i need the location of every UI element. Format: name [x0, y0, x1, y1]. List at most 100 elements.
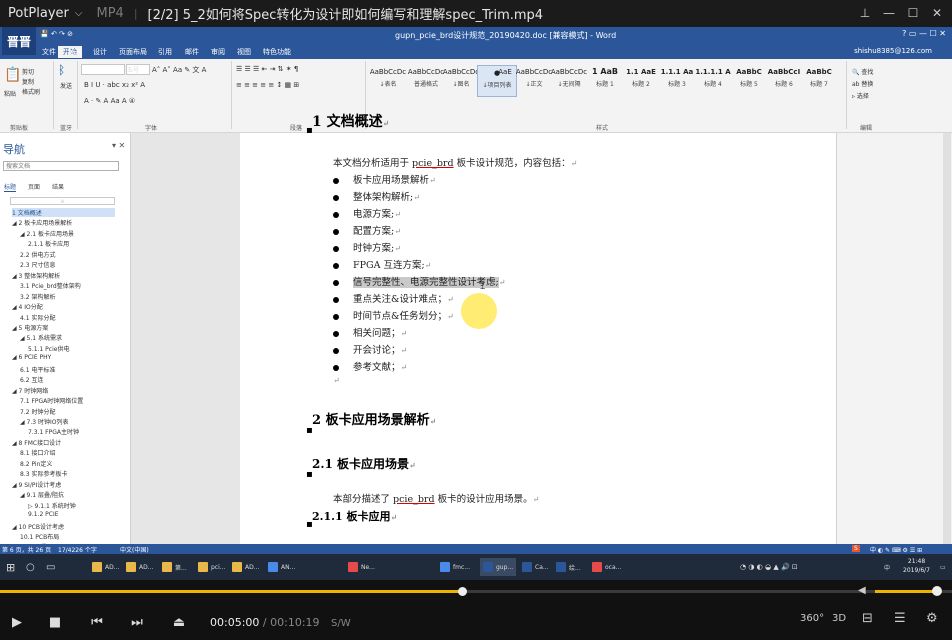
- nav-item[interactable]: ◢ 3 整体架构解析: [12, 271, 60, 280]
- seek-bar[interactable]: [0, 585, 952, 597]
- clipboard-icon[interactable]: 📋: [4, 67, 21, 83]
- nav-item[interactable]: ◢ 4 IO分配: [12, 302, 43, 311]
- nav-item[interactable]: 8.2 Pin定义: [20, 459, 52, 468]
- windows-start-icon[interactable]: ⊞: [6, 558, 15, 576]
- bullet-item[interactable]: 开会讨论；↵: [333, 342, 407, 356]
- bullet-item[interactable]: 整体架构解析;↵: [333, 189, 420, 203]
- bullet-item[interactable]: 板卡应用场景解析↵: [333, 172, 436, 186]
- tab-featured[interactable]: 特色功能: [263, 47, 291, 57]
- vr-360-button[interactable]: 360°: [800, 613, 824, 624]
- task-view-icon[interactable]: ▭: [46, 558, 55, 576]
- taskbar-item[interactable]: AD...: [126, 558, 153, 576]
- vertical-scrollbar[interactable]: [943, 133, 951, 545]
- document-page[interactable]: [240, 133, 836, 545]
- bullet-item[interactable]: 相关问题；↵: [333, 325, 407, 339]
- volume-track[interactable]: [875, 590, 937, 593]
- tab-layout[interactable]: 页面布局: [119, 47, 147, 57]
- list-icons[interactable]: ☰ ☰ ☰ ⇤ ⇥ ⇅ ✶ ¶: [236, 65, 298, 73]
- stop-icon[interactable]: ■: [46, 613, 64, 631]
- heading-scene-analysis[interactable]: 2 板卡应用场景解析↵: [312, 409, 436, 428]
- style-heading-4[interactable]: 1.1.1.1 A 标题 4: [694, 65, 732, 95]
- nav-item[interactable]: ◢ 6 PCIE PHY: [12, 354, 51, 361]
- send-button[interactable]: 发送: [60, 81, 72, 90]
- nav-item[interactable]: 2.1.1 板卡应用: [28, 239, 69, 248]
- pin-icon[interactable]: ⊥: [856, 4, 874, 22]
- nav-item[interactable]: ◢ 5.1 系统需求: [20, 333, 62, 342]
- bullet-item[interactable]: 参考文献；↵: [333, 359, 407, 373]
- bluetooth-icon[interactable]: ᛒ: [58, 63, 65, 77]
- seek-thumb[interactable]: [457, 587, 467, 596]
- word-count[interactable]: 17/4226 个字: [58, 545, 97, 554]
- taskbar-item[interactable]: fmc...: [440, 558, 470, 576]
- taskbar-item[interactable]: 第...: [162, 558, 187, 576]
- font-color-icons[interactable]: A · ✎ A Aa A ④: [84, 97, 135, 105]
- nav-item[interactable]: ◢ 10 PCB设计考虑: [12, 522, 64, 531]
- heading-board-app[interactable]: 2.1.1 板卡应用↵: [312, 508, 397, 524]
- style-heading-6[interactable]: AaBbCcI 标题 6: [765, 65, 803, 95]
- scene-paragraph[interactable]: 本部分描述了 pcie_brd 板卡的设计应用场景。↵: [333, 491, 539, 505]
- replace-button[interactable]: ab 替换: [852, 79, 873, 88]
- taskbar-item[interactable]: Ca...: [522, 558, 549, 576]
- nav-item[interactable]: 7.1 FPGA时钟网络位置: [20, 396, 83, 405]
- font-name-field[interactable]: [81, 64, 125, 75]
- video-frame[interactable]: gupn_pcie_brd设计规范_20190420.doc [兼容模式] - …: [0, 27, 952, 580]
- font-grow-shrink-icons[interactable]: A˄ A˅ Aa ✎ 文 A: [152, 65, 206, 75]
- taskbar-item[interactable]: pci...: [198, 558, 226, 576]
- minimize-icon[interactable]: —: [880, 4, 898, 22]
- nav-item[interactable]: ◢ 8 FMC接口设计: [12, 438, 61, 447]
- style-body[interactable]: AaBbCcDc ↓正文: [515, 65, 553, 95]
- taskbar-item[interactable]: AD...: [232, 558, 259, 576]
- bullet-item[interactable]: 电源方案;↵: [333, 206, 401, 220]
- heading-scene[interactable]: 2.1 板卡应用场景↵: [312, 455, 416, 472]
- style-figure-name[interactable]: AaBbCcDc ↓图名: [442, 65, 480, 95]
- nav-item[interactable]: ◢ 2.1 板卡应用场景: [20, 229, 74, 238]
- format-painter-button[interactable]: 格式刷: [22, 87, 40, 96]
- notification-icon[interactable]: ▭: [940, 558, 946, 576]
- nav-search-input[interactable]: 搜索文档: [3, 161, 119, 171]
- bullet-item[interactable]: FPGA 互连方案;↵: [333, 257, 431, 271]
- tab-design[interactable]: 设计: [93, 47, 107, 57]
- style-heading-5[interactable]: AaBbC 标题 5: [730, 65, 768, 95]
- nav-item[interactable]: 1 文档概述: [12, 208, 115, 217]
- tab-file[interactable]: 文件: [42, 47, 56, 57]
- bullet-item[interactable]: 时间节点&任务划分；↵: [333, 308, 454, 322]
- style-table-name[interactable]: AaBbCcDc ↓表名: [369, 65, 407, 95]
- previous-icon[interactable]: ⏮: [88, 613, 106, 631]
- copy-button[interactable]: 复制: [22, 77, 34, 86]
- nav-item[interactable]: 10.1 PCB布局: [20, 532, 59, 541]
- eject-icon[interactable]: ⏏: [170, 613, 188, 631]
- tab-insert[interactable]: 插入: [68, 47, 82, 57]
- volume-thumb[interactable]: [932, 586, 942, 596]
- taskbar-item[interactable]: AD...: [92, 558, 119, 576]
- nav-item[interactable]: 6.1 电平标准: [20, 365, 55, 374]
- nav-item[interactable]: 2.2 供电方式: [20, 250, 55, 259]
- maximize-icon[interactable]: ☐: [904, 4, 922, 22]
- intro-paragraph[interactable]: 本文档分析适用于 pcie_brd 板卡设计规范，内容包括：↵: [333, 155, 577, 169]
- player-app-name[interactable]: PotPlayer: [8, 6, 69, 21]
- style-heading-3[interactable]: 1.1.1 Aa 标题 3: [658, 65, 696, 95]
- volume-icon[interactable]: ◀: [858, 585, 866, 596]
- bullet-item[interactable]: 配置方案;↵: [333, 223, 401, 237]
- nav-item[interactable]: ◢ 9.1 层叠/阻抗: [20, 490, 64, 499]
- quick-access-icons[interactable]: 💾 ↶ ↷ ⊘: [40, 30, 73, 38]
- video-settings-icon[interactable]: ⊟: [862, 611, 873, 626]
- speed-label[interactable]: S/W: [331, 618, 351, 629]
- heading-overview[interactable]: 1 文档概述↵: [312, 111, 389, 131]
- nav-item[interactable]: 6.2 互连: [20, 375, 43, 384]
- style-heading-2[interactable]: 1.1 AaE 标题 2: [622, 65, 660, 95]
- language-status[interactable]: 中文(中国): [120, 545, 149, 554]
- nav-item[interactable]: ◢ 9 SI/PI设计考虑: [12, 480, 61, 489]
- ime-indicator[interactable]: S: [852, 545, 860, 552]
- nav-item[interactable]: 7.3.1 FPGA主时钟: [28, 427, 79, 436]
- nav-item[interactable]: 4.1 实际分配: [20, 313, 55, 322]
- nav-collapse-bar[interactable]: ▲: [10, 197, 115, 205]
- nav-item[interactable]: ◢ 2 板卡应用场景解析: [12, 218, 72, 227]
- cut-button[interactable]: 剪切: [22, 67, 34, 76]
- nav-item[interactable]: 8.1 接口介绍: [20, 448, 55, 457]
- word-window-controls[interactable]: ? ▭ — ☐ ✕: [902, 29, 946, 38]
- nav-item[interactable]: 2.3 尺寸信息: [20, 260, 55, 269]
- nav-item[interactable]: ◢ 7 时钟网络: [12, 386, 48, 395]
- taskbar-item[interactable]: AN...: [268, 558, 295, 576]
- 3d-button[interactable]: 3D: [832, 613, 846, 624]
- play-icon[interactable]: ▶: [8, 613, 26, 631]
